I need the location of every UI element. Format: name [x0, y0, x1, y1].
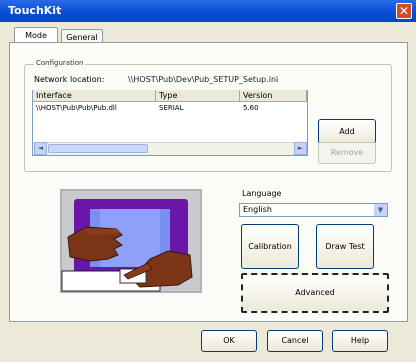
remove-button[interactable]: Remove — [318, 142, 376, 164]
help-button[interactable]: Help — [332, 330, 388, 352]
column-header-type[interactable]: Type — [156, 90, 240, 102]
touch-illustration — [60, 189, 202, 293]
group-label: Configuration — [34, 59, 86, 67]
advanced-button[interactable]: Advanced — [241, 273, 389, 313]
close-button[interactable]: ✕ — [396, 3, 412, 19]
cancel-button[interactable]: Cancel — [267, 330, 323, 352]
cell-type: SERIAL — [159, 104, 184, 112]
network-location-label: Network location: — [34, 75, 105, 84]
language-select[interactable]: English ▼ — [239, 203, 388, 217]
cell-interface: \\HOST\Pub\Pub\Pub.dll — [36, 104, 117, 112]
window-title: TouchKit — [8, 4, 62, 17]
title-bar: TouchKit ✕ — [0, 0, 416, 22]
scroll-right-icon[interactable]: ► — [294, 142, 307, 155]
add-button[interactable]: Add — [318, 119, 376, 144]
monitor-hand-icon — [60, 189, 202, 293]
draw-test-button[interactable]: Draw Test — [316, 224, 374, 269]
ok-button[interactable]: OK — [201, 330, 257, 352]
column-header-version[interactable]: Version — [240, 90, 307, 102]
scroll-thumb[interactable] — [48, 144, 148, 153]
language-value: English — [243, 205, 272, 214]
network-location-value: \\HOST\Pub\Dev\Pub_SETUP_Setup.ini — [128, 75, 279, 84]
cell-version: 5.60 — [243, 104, 259, 112]
chevron-down-icon[interactable]: ▼ — [374, 204, 387, 216]
calibration-button[interactable]: Calibration — [241, 224, 299, 269]
language-label: Language — [242, 189, 282, 198]
column-header-interface[interactable]: Interface — [33, 90, 156, 102]
scroll-left-icon[interactable]: ◄ — [34, 142, 47, 155]
